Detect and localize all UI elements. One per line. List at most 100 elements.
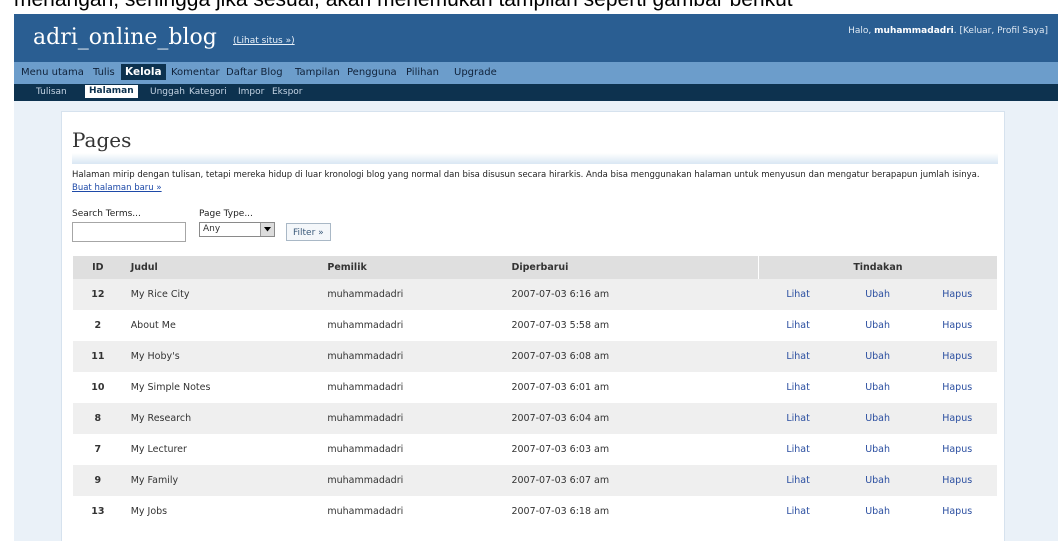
table-row: 2 About Me muhammadadri 2007-07-03 5:58 am L… bbox=[73, 310, 997, 341]
cell-owner: muhammadadri bbox=[327, 382, 404, 393]
table-header-row: ID Judul Pemilik Diperbarui Tindakan bbox=[73, 256, 997, 279]
column-header-actions: Tindakan bbox=[757, 256, 997, 279]
delete-link[interactable]: Hapus bbox=[917, 403, 997, 434]
edit-link[interactable]: Ubah bbox=[838, 496, 918, 527]
submenu-item-unggah[interactable]: Unggah bbox=[150, 87, 185, 97]
menu-item-daftar-blog[interactable]: Daftar Blog bbox=[226, 67, 283, 78]
page-type-select[interactable]: Any bbox=[199, 222, 275, 237]
user-info: Halo, muhammadadri. [Keluar, Profil Saya… bbox=[848, 26, 1048, 36]
page-title: Pages bbox=[72, 128, 132, 152]
menu-item-kelola[interactable]: Kelola bbox=[121, 64, 166, 80]
dropdown-arrow-icon[interactable] bbox=[260, 223, 274, 236]
cell-id: 13 bbox=[91, 506, 105, 517]
submenu-item-ekspor[interactable]: Ekspor bbox=[272, 87, 303, 97]
caption-text: menangan, sehingga jika sesuai, akan men… bbox=[14, 0, 793, 12]
delete-link[interactable]: Hapus bbox=[917, 434, 997, 465]
greeting-text: Halo, bbox=[848, 26, 872, 36]
view-link[interactable]: Lihat bbox=[758, 279, 838, 310]
cell-title: My Hoby's bbox=[122, 341, 328, 372]
edit-link[interactable]: Ubah bbox=[837, 465, 918, 496]
title-underline bbox=[72, 153, 998, 164]
cell-updated: 2007-07-03 6:16 am bbox=[511, 279, 759, 310]
table-row: 8 My Research muhammadadri 2007-07-03 6:04 … bbox=[73, 403, 997, 434]
new-page-link[interactable]: Buat halaman baru » bbox=[72, 183, 162, 193]
view-link[interactable]: Lihat bbox=[758, 434, 838, 465]
admin-window: adri_online_blog (Lihat situs ») Halo, m… bbox=[14, 14, 1058, 541]
intro-paragraph: Halaman mirip dengan tulisan, tetapi mer… bbox=[72, 170, 980, 180]
submenu-item-impor[interactable]: Impor bbox=[238, 87, 264, 97]
page-type-value: Any bbox=[203, 224, 221, 234]
view-link[interactable]: Lihat bbox=[758, 310, 838, 341]
menu-item-tulis[interactable]: Tulis bbox=[93, 67, 115, 78]
view-link[interactable]: Lihat bbox=[758, 341, 838, 372]
logout-profile-links[interactable]: . [Keluar, Profil Saya] bbox=[954, 26, 1048, 36]
column-header-updated: Diperbarui bbox=[511, 256, 759, 279]
page-type-label: Page Type... bbox=[199, 209, 253, 219]
menu-item-komentar[interactable]: Komentar bbox=[171, 67, 220, 78]
main-menu: Menu utama Tulis Kelola Komentar Daftar … bbox=[14, 62, 1058, 84]
view-link[interactable]: Lihat bbox=[758, 403, 838, 434]
cell-owner: muhammadadri bbox=[327, 465, 512, 496]
table-row: 12 My Rice City muhammadadri 2007-07-03 6:1… bbox=[73, 279, 997, 310]
cell-title: My Simple Notes bbox=[130, 382, 211, 393]
username: muhammadadri bbox=[874, 26, 954, 36]
cell-updated: 2007-07-03 6:18 am bbox=[511, 506, 610, 517]
sub-menu: Tulisan Halaman Unggah Kategori Impor Ek… bbox=[14, 84, 1058, 101]
filter-button[interactable]: Filter » bbox=[286, 223, 331, 241]
document-caption: menangan, sehingga jika sesuai, akan men… bbox=[0, 0, 1058, 14]
menu-item-pilihan[interactable]: Pilihan bbox=[406, 67, 439, 78]
table-row: 11 My Hoby's muhammadadri 2007-07-03 6:08 a… bbox=[73, 341, 997, 372]
cell-id: 7 bbox=[94, 444, 102, 455]
cell-owner: muhammadadri bbox=[327, 506, 404, 517]
view-link[interactable]: Lihat bbox=[758, 372, 838, 403]
table-row: 9 My Family muhammadadri 2007-07-03 6:07 am… bbox=[73, 465, 997, 496]
delete-link[interactable]: Hapus bbox=[917, 465, 997, 496]
menu-item-tampilan[interactable]: Tampilan bbox=[295, 67, 340, 78]
cell-updated: 2007-07-03 6:08 am bbox=[511, 341, 759, 372]
cell-title: My Family bbox=[122, 465, 328, 496]
site-title: adri_online_blog bbox=[33, 25, 217, 50]
submenu-item-kategori[interactable]: Kategori bbox=[189, 87, 227, 97]
edit-link[interactable]: Ubah bbox=[837, 403, 918, 434]
edit-link[interactable]: Ubah bbox=[837, 279, 918, 310]
intro-text: Halaman mirip dengan tulisan, tetapi mer… bbox=[72, 169, 992, 195]
pages-panel: Pages Halaman mirip dengan tulisan, teta… bbox=[61, 111, 1005, 541]
table-row: 13 My Jobs muhammadadri 2007-07-03 6:18 am L… bbox=[73, 496, 997, 527]
cell-id: 12 bbox=[73, 279, 123, 310]
menu-item-menu-utama[interactable]: Menu utama bbox=[21, 67, 84, 78]
cell-updated: 2007-07-03 5:58 am bbox=[511, 320, 610, 331]
edit-link[interactable]: Ubah bbox=[837, 341, 918, 372]
view-link[interactable]: Lihat bbox=[758, 465, 838, 496]
view-link[interactable]: Lihat bbox=[758, 496, 838, 527]
delete-link[interactable]: Hapus bbox=[917, 341, 997, 372]
cell-owner: muhammadadri bbox=[327, 279, 512, 310]
cell-updated: 2007-07-03 6:07 am bbox=[511, 465, 759, 496]
table-row: 7 My Lecturer muhammadadri 2007-07-03 6:03 … bbox=[73, 434, 997, 465]
search-input[interactable] bbox=[72, 222, 186, 242]
column-header-title: Judul bbox=[122, 256, 328, 279]
table-row: 10 My Simple Notes muhammadadri 2007-07-03 … bbox=[73, 372, 997, 403]
menu-item-upgrade[interactable]: Upgrade bbox=[454, 67, 497, 78]
cell-owner: muhammadadri bbox=[327, 320, 404, 331]
submenu-item-halaman[interactable]: Halaman bbox=[85, 85, 138, 98]
cell-owner: muhammadadri bbox=[327, 444, 404, 455]
cell-updated: 2007-07-03 6:04 am bbox=[511, 403, 759, 434]
edit-link[interactable]: Ubah bbox=[838, 310, 918, 341]
delete-link[interactable]: Hapus bbox=[917, 372, 997, 403]
delete-link[interactable]: Hapus bbox=[917, 496, 997, 527]
view-site-link[interactable]: (Lihat situs ») bbox=[233, 36, 295, 46]
cell-updated: 2007-07-03 6:03 am bbox=[511, 444, 610, 455]
edit-link[interactable]: Ubah bbox=[838, 434, 918, 465]
cell-owner: muhammadadri bbox=[327, 403, 512, 434]
cell-title: My Research bbox=[122, 403, 328, 434]
cell-title: My Rice City bbox=[122, 279, 328, 310]
delete-link[interactable]: Hapus bbox=[917, 279, 997, 310]
submenu-item-tulisan[interactable]: Tulisan bbox=[36, 87, 67, 97]
cell-title: My Jobs bbox=[130, 506, 168, 517]
cell-id: 11 bbox=[73, 341, 123, 372]
edit-link[interactable]: Ubah bbox=[838, 372, 918, 403]
menu-item-pengguna[interactable]: Pengguna bbox=[347, 67, 397, 78]
admin-header: adri_online_blog (Lihat situs ») Halo, m… bbox=[14, 14, 1058, 62]
search-terms-label: Search Terms... bbox=[72, 209, 141, 219]
delete-link[interactable]: Hapus bbox=[917, 310, 997, 341]
